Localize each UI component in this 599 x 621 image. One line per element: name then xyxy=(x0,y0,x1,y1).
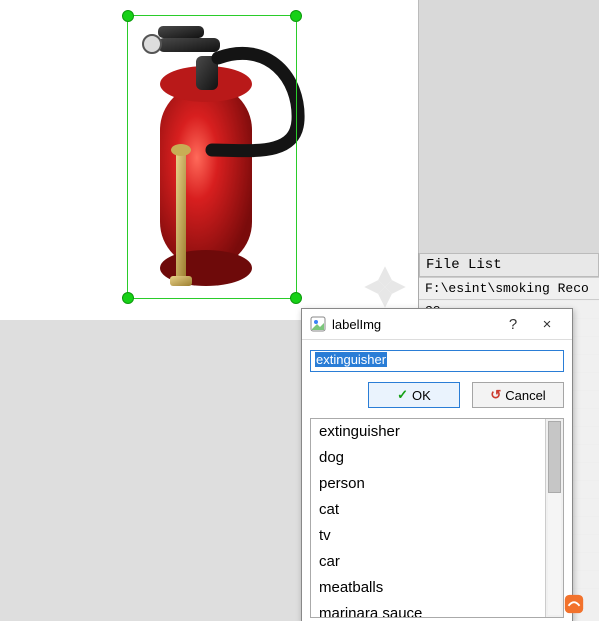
help-button[interactable]: ? xyxy=(496,313,530,335)
label-name-value: extinguisher xyxy=(315,352,387,367)
scrollbar[interactable] xyxy=(545,419,563,617)
resize-handle-tr[interactable] xyxy=(290,10,302,22)
label-name-input[interactable]: extinguisher xyxy=(310,350,564,372)
footer-app-icon xyxy=(563,593,585,615)
image-canvas[interactable] xyxy=(0,0,419,320)
file-list-path[interactable]: F:\esint\smoking Reco xyxy=(419,277,599,299)
label-option[interactable]: extinguisher xyxy=(311,419,546,445)
cancel-button-label: Cancel xyxy=(505,388,545,403)
dialog-title: labelImg xyxy=(332,317,496,332)
bounding-box[interactable] xyxy=(127,15,297,299)
resize-handle-bl[interactable] xyxy=(122,292,134,304)
cancel-button[interactable]: ↺ Cancel xyxy=(472,382,564,408)
resize-handle-tl[interactable] xyxy=(122,10,134,22)
label-option[interactable]: dog xyxy=(311,445,546,471)
resize-handle-br[interactable] xyxy=(290,292,302,304)
scrollbar-thumb[interactable] xyxy=(548,421,561,493)
label-option[interactable]: tv xyxy=(311,523,546,549)
ok-button-label: OK xyxy=(412,388,431,403)
check-icon: ✓ xyxy=(397,387,408,403)
dialog-titlebar[interactable]: labelImg ? × xyxy=(302,309,572,340)
label-option[interactable]: cat xyxy=(311,497,546,523)
label-option[interactable]: person xyxy=(311,471,546,497)
undo-icon: ↺ xyxy=(490,387,501,403)
label-option[interactable]: meatballs xyxy=(311,575,546,601)
label-option[interactable]: car xyxy=(311,549,546,575)
label-options-list[interactable]: extinguisherdogpersoncattvcarmeatballsma… xyxy=(310,418,564,618)
close-button[interactable]: × xyxy=(530,313,564,335)
corner-motif-icon xyxy=(362,264,408,310)
label-option[interactable]: marinara sauce xyxy=(311,601,546,617)
ok-button[interactable]: ✓ OK xyxy=(368,382,460,408)
label-dialog: labelImg ? × extinguisher ✓ OK ↺ Cancel … xyxy=(301,308,573,621)
file-list-title: File List xyxy=(419,253,599,277)
app-icon xyxy=(310,316,326,332)
